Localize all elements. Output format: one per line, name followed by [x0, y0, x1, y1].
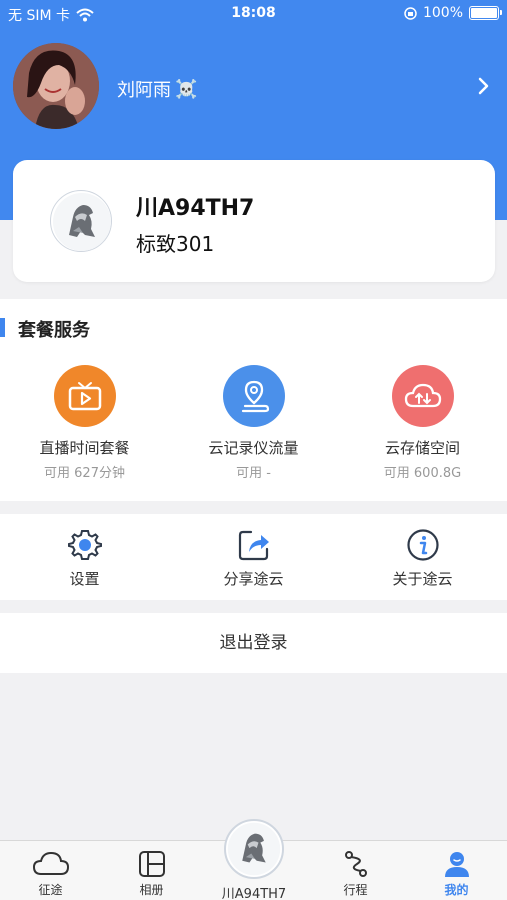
- car-card[interactable]: 川A94TH7 标致301: [13, 160, 495, 282]
- battery-percent: 100%: [422, 5, 463, 21]
- tab-trips[interactable]: 行程: [305, 841, 406, 898]
- tab-journey[interactable]: 征途: [0, 841, 101, 898]
- tool-label: 设置: [69, 570, 100, 588]
- chevron-right-icon[interactable]: [473, 74, 493, 98]
- profile-name[interactable]: 刘阿雨 ☠️: [117, 76, 197, 102]
- tab-label: 行程: [343, 883, 368, 897]
- tab-car-label: 川A94TH7: [221, 887, 287, 900]
- car-brand-logo: [50, 190, 112, 252]
- avatar[interactable]: [13, 43, 99, 129]
- tv-icon: [53, 365, 116, 427]
- tab-label: 我的: [444, 883, 469, 897]
- battery-icon: [469, 6, 502, 20]
- service-name: 云记录仪流量: [208, 439, 299, 457]
- settings-button[interactable]: 设置: [0, 528, 169, 589]
- service-live-package[interactable]: 直播时间套餐 可用 627分钟: [0, 365, 169, 481]
- tool-label: 关于途云: [392, 570, 453, 588]
- info-icon: [406, 529, 439, 561]
- section-accent-bar: [0, 318, 5, 337]
- car-model: 标致301: [136, 232, 215, 256]
- tab-album[interactable]: 相册: [101, 841, 202, 898]
- car-plate: 川A94TH7: [136, 196, 255, 221]
- tab-bar: 征途 相册 川A94TH7 行程 我的: [0, 819, 507, 900]
- share-icon: [238, 530, 269, 561]
- logout-button[interactable]: 退出登录: [0, 613, 507, 673]
- tab-mine[interactable]: 我的: [406, 841, 507, 898]
- services-section: 套餐服务 直播时间套餐 可用 627分钟 云记录仪流量 可用 - 云存储空间 可…: [0, 299, 507, 501]
- album-icon: [138, 851, 165, 877]
- service-name: 直播时间套餐: [39, 439, 130, 457]
- section-title: 套餐服务: [18, 320, 90, 341]
- location-pin-icon: [222, 365, 285, 427]
- gear-icon: [67, 530, 102, 560]
- service-name: 云存储空间: [384, 439, 460, 457]
- tools-section: 设置 分享途云 关于途云: [0, 514, 507, 600]
- tab-label: 征途: [38, 883, 63, 897]
- status-bar: 无 SIM 卡 18:08 100%: [0, 0, 507, 28]
- orientation-lock-icon: [404, 6, 417, 20]
- cloud-icon: [32, 851, 69, 875]
- service-cloud-storage[interactable]: 云存储空间 可用 600.8G: [338, 365, 507, 481]
- tool-label: 分享途云: [223, 570, 284, 588]
- service-cloud-recorder-traffic[interactable]: 云记录仪流量 可用 -: [169, 365, 338, 481]
- service-available: 可用 600.8G: [383, 466, 462, 481]
- service-available: 可用 -: [236, 466, 271, 481]
- route-icon: [344, 851, 367, 877]
- tab-car[interactable]: [224, 819, 284, 879]
- service-available: 可用 627分钟: [44, 466, 125, 481]
- tab-label: 相册: [139, 883, 164, 897]
- cloud-sync-icon: [391, 365, 454, 427]
- skull-emoji: ☠️: [175, 78, 198, 100]
- about-button[interactable]: 关于途云: [338, 528, 507, 589]
- share-button[interactable]: 分享途云: [169, 528, 338, 589]
- user-icon: [444, 852, 469, 877]
